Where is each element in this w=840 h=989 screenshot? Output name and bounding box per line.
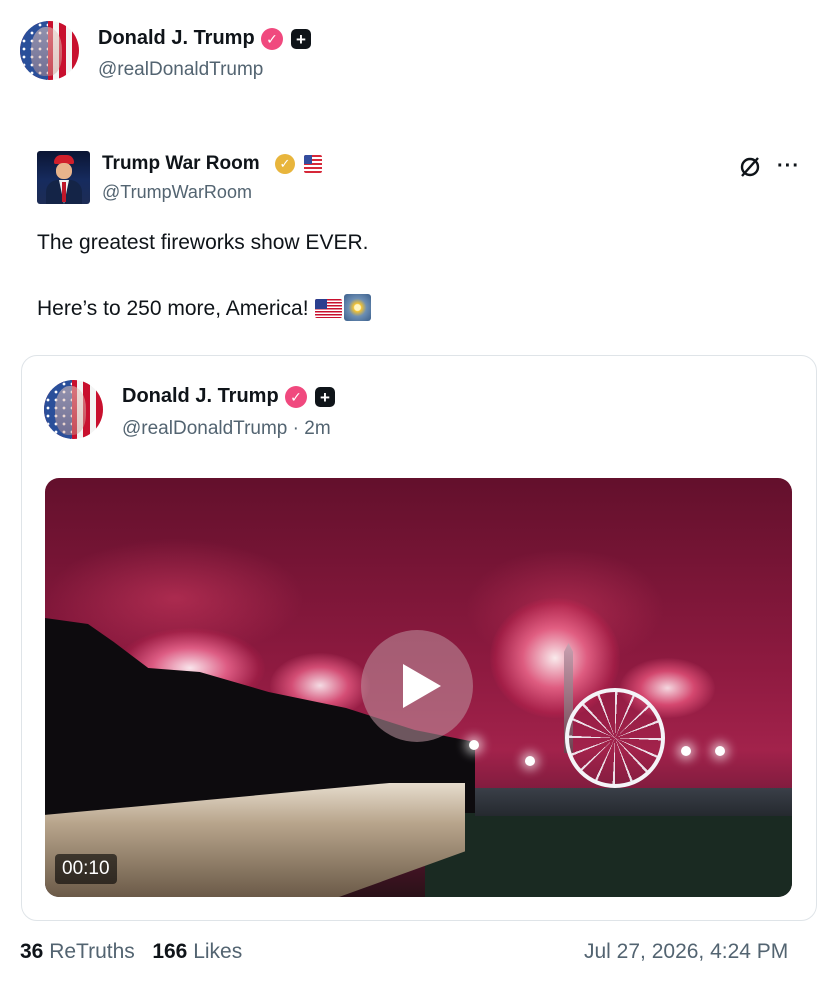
likes-label[interactable]: Likes xyxy=(193,940,242,963)
author-avatar[interactable] xyxy=(20,21,79,80)
engagement-stats: 36 ReTruths 166 Likes xyxy=(20,940,242,964)
more-options-icon[interactable]: ··· xyxy=(777,155,800,178)
verified-badge-icon: ✓ xyxy=(261,28,283,50)
quoted-time-ago: · 2m xyxy=(292,418,331,439)
verified-badge-icon: ✓ xyxy=(285,386,307,408)
post-text-line-1: The greatest fireworks show EVER. xyxy=(37,231,369,254)
post-text-line-2-text: Here’s to 250 more, America! xyxy=(37,297,309,320)
no-sign-icon[interactable] xyxy=(737,154,763,180)
author-name[interactable]: Donald J. Trump xyxy=(98,27,255,50)
quoted-author-name[interactable]: Donald J. Trump xyxy=(122,385,279,408)
retruths-label[interactable]: ReTruths xyxy=(49,940,135,963)
verified-badge-icon: ✓ xyxy=(275,154,295,174)
retruth-author-avatar[interactable] xyxy=(37,151,90,204)
quoted-handle-text: @realDonaldTrump xyxy=(122,418,288,439)
retruths-count[interactable]: 36 xyxy=(20,940,43,963)
quoted-author-handle[interactable]: @realDonaldTrump · 2m xyxy=(122,418,331,440)
post-timestamp: Jul 27, 2026, 4:24 PM xyxy=(584,940,789,963)
flag-emoji-icon xyxy=(304,155,322,173)
post-text-line-2: Here’s to 250 more, America! xyxy=(37,294,371,321)
video-player[interactable]: 00:10 xyxy=(45,478,792,897)
quoted-author-avatar[interactable] xyxy=(44,380,103,439)
retruth-author-name[interactable]: Trump War Room xyxy=(102,153,260,175)
author-handle[interactable]: @realDonaldTrump xyxy=(98,59,263,81)
play-button[interactable] xyxy=(361,630,473,742)
video-duration: 00:10 xyxy=(55,854,117,884)
fireworks-emoji-icon xyxy=(343,294,371,321)
play-icon xyxy=(403,664,441,708)
plus-badge-icon: + xyxy=(315,387,335,407)
us-flag-emoji-icon xyxy=(314,299,342,318)
retruth-author-handle[interactable]: @TrumpWarRoom xyxy=(102,182,252,203)
likes-count[interactable]: 166 xyxy=(152,940,187,963)
plus-badge-icon: + xyxy=(291,29,311,49)
